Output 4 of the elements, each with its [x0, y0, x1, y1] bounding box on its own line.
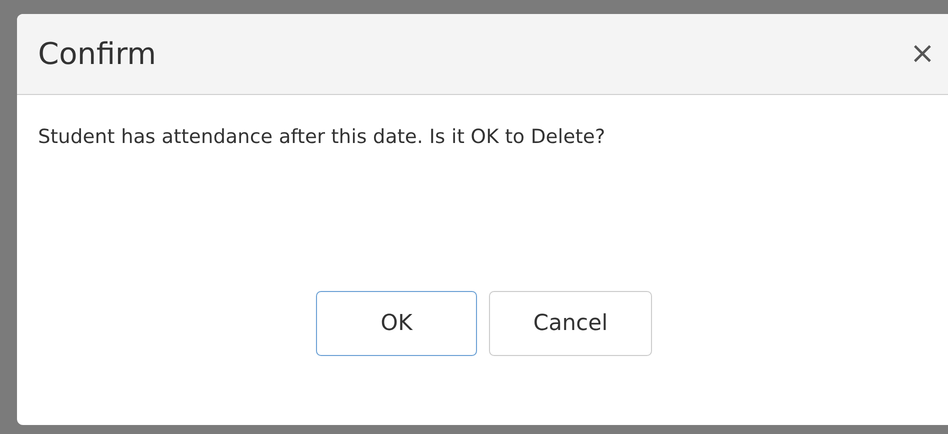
dialog-title: Confirm [38, 36, 156, 72]
cancel-button[interactable]: Cancel [489, 291, 652, 356]
ok-button[interactable]: OK [316, 291, 477, 356]
message-text: Student has attendance after this date. Is it OK to Delete? [37, 124, 606, 150]
